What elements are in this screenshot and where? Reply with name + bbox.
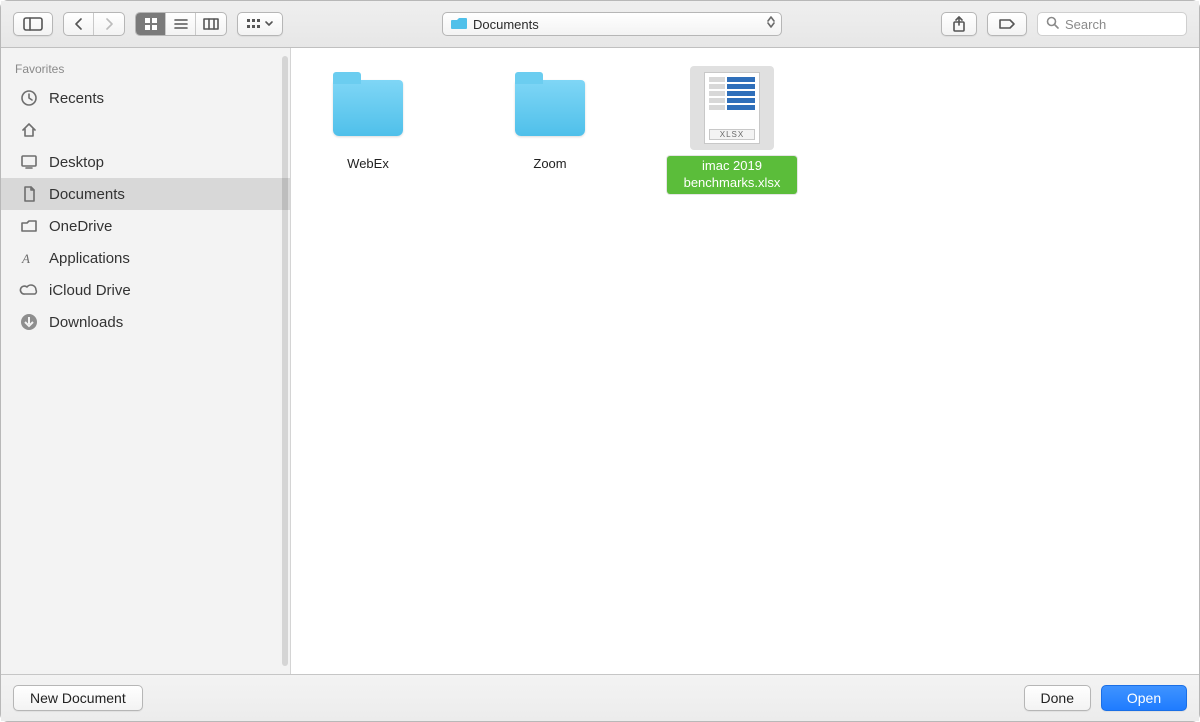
- sidebar: Favorites Recents Desktop Documents: [1, 48, 291, 674]
- sidebar-item-onedrive[interactable]: OneDrive: [1, 210, 290, 242]
- search-placeholder: Search: [1065, 17, 1106, 32]
- location-label: Documents: [473, 17, 539, 32]
- view-mode-segment: [135, 12, 227, 36]
- folder-icon: [333, 80, 403, 136]
- sidebar-item-desktop[interactable]: Desktop: [1, 146, 290, 178]
- sidebar-item-label: iCloud Drive: [49, 282, 131, 299]
- sidebar-section-header: Favorites: [1, 56, 290, 82]
- new-document-button[interactable]: New Document: [13, 685, 143, 711]
- back-button[interactable]: [64, 13, 94, 35]
- view-icon-button[interactable]: [136, 13, 166, 35]
- sidebar-item-label: Downloads: [49, 314, 123, 331]
- folder-icon: [19, 216, 39, 236]
- home-icon: [19, 120, 39, 140]
- file-item-folder[interactable]: Zoom: [485, 66, 615, 173]
- file-item-folder[interactable]: WebEx: [303, 66, 433, 173]
- spreadsheet-icon: [704, 72, 760, 144]
- sidebar-item-label: Desktop: [49, 154, 104, 171]
- tags-button[interactable]: [987, 12, 1027, 36]
- toolbar: Documents Search: [1, 1, 1199, 48]
- sidebar-item-recents[interactable]: Recents: [1, 82, 290, 114]
- file-grid[interactable]: WebEx Zoom imac 2019 benchmarks.xlsx: [291, 48, 1199, 674]
- clock-icon: [19, 88, 39, 108]
- sidebar-item-icloud[interactable]: iCloud Drive: [1, 274, 290, 306]
- desktop-icon: [19, 152, 39, 172]
- folder-icon: [451, 16, 467, 33]
- file-item-spreadsheet[interactable]: imac 2019 benchmarks.xlsx: [667, 66, 797, 194]
- search-icon: [1046, 16, 1059, 32]
- sidebar-item-applications[interactable]: A Applications: [1, 242, 290, 274]
- content-area: Favorites Recents Desktop Documents: [1, 48, 1199, 674]
- sidebar-item-documents[interactable]: Documents: [1, 178, 290, 210]
- applications-icon: A: [19, 248, 39, 268]
- svg-text:A: A: [21, 251, 30, 266]
- sidebar-item-home[interactable]: [1, 114, 290, 146]
- file-label: imac 2019 benchmarks.xlsx: [667, 156, 797, 194]
- sidebar-item-label: OneDrive: [49, 218, 112, 235]
- sidebar-item-label: Recents: [49, 90, 104, 107]
- cloud-icon: [19, 280, 39, 300]
- nav-back-forward: [63, 12, 125, 36]
- document-icon: [19, 184, 39, 204]
- footer: New Document Done Open: [1, 674, 1199, 721]
- folder-icon: [515, 80, 585, 136]
- sidebar-item-downloads[interactable]: Downloads: [1, 306, 290, 338]
- download-icon: [19, 312, 39, 332]
- done-button[interactable]: Done: [1024, 685, 1091, 711]
- location-popup[interactable]: Documents: [442, 12, 782, 36]
- open-button[interactable]: Open: [1101, 685, 1187, 711]
- sidebar-toggle-button[interactable]: [13, 12, 53, 36]
- group-by-button[interactable]: [237, 12, 283, 36]
- view-list-button[interactable]: [166, 13, 196, 35]
- share-button[interactable]: [941, 12, 977, 36]
- file-label: WebEx: [347, 156, 389, 173]
- search-field[interactable]: Search: [1037, 12, 1187, 36]
- sidebar-item-label: Documents: [49, 186, 125, 203]
- stepper-icon: [767, 16, 775, 28]
- view-column-button[interactable]: [196, 13, 226, 35]
- forward-button[interactable]: [94, 13, 124, 35]
- sidebar-item-label: Applications: [49, 250, 130, 267]
- file-label: Zoom: [533, 156, 566, 173]
